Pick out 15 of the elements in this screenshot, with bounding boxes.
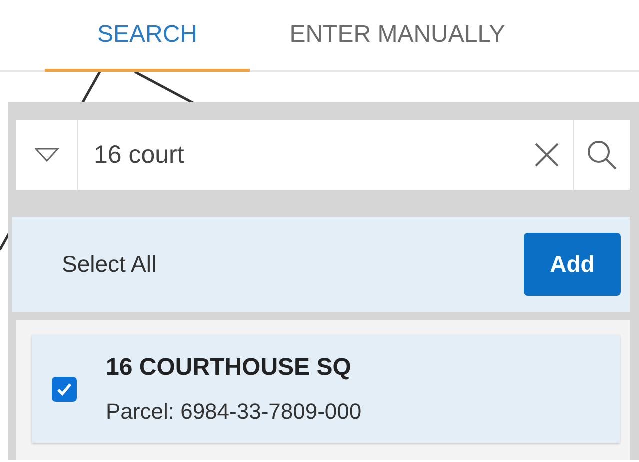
result-card[interactable]: 16 COURTHOUSE SQ Parcel: 6984-33-7809-000	[32, 335, 620, 443]
add-button[interactable]: Add	[524, 233, 621, 296]
result-title: 16 COURTHOUSE SQ	[106, 354, 352, 382]
result-detail: Parcel: 6984-33-7809-000	[106, 398, 362, 424]
clear-button[interactable]	[521, 120, 573, 190]
tab[interactable]: ENTER MANUALLY	[250, 0, 545, 72]
search-icon	[586, 139, 618, 171]
checkbox[interactable]	[52, 376, 77, 402]
search-button[interactable]	[573, 120, 630, 190]
tab[interactable]: SEARCH	[45, 0, 250, 72]
close-icon	[535, 143, 559, 167]
triangle-down-icon	[34, 148, 58, 162]
search-field[interactable]: 16 court	[78, 120, 521, 190]
check-icon	[57, 382, 72, 396]
select-all-label[interactable]: Select All	[62, 251, 157, 278]
